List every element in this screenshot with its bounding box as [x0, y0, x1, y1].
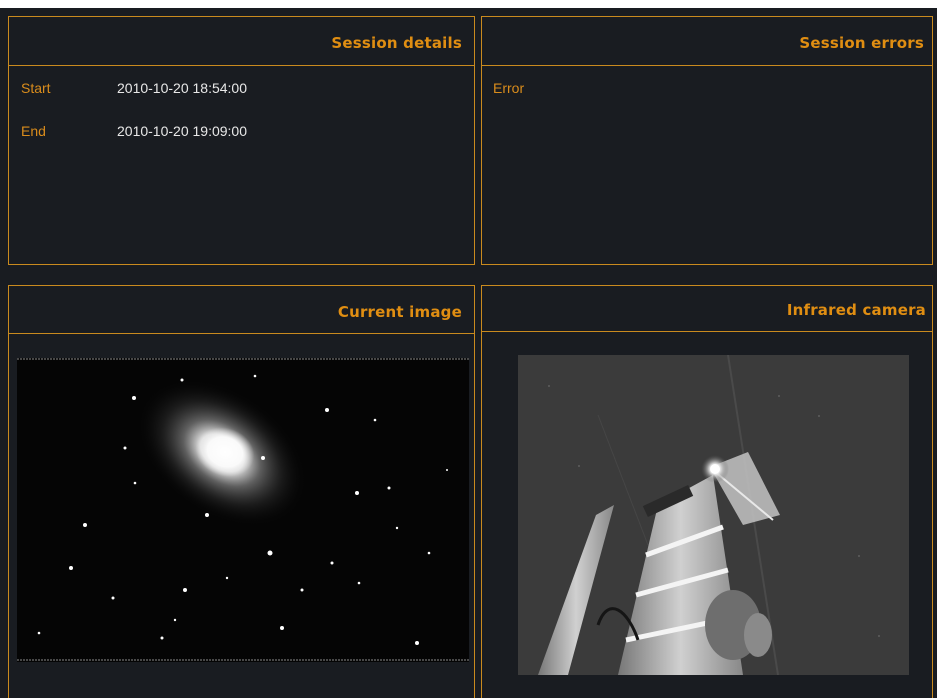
- start-row: Start 2010-10-20 18:54:00: [21, 80, 247, 97]
- end-value: 2010-10-20 19:09:00: [117, 123, 247, 139]
- start-label: Start: [21, 80, 51, 96]
- infrared-camera-image: [518, 355, 909, 675]
- session-errors-title: Session errors: [799, 34, 924, 52]
- top-strip: [0, 0, 937, 8]
- infrared-camera-panel: Infrared camera: [481, 285, 933, 698]
- session-errors-panel: Session errors Error: [481, 16, 933, 265]
- current-image-panel: Current image: [8, 285, 475, 698]
- session-details-panel: Session details Start 2010-10-20 18:54:00…: [8, 16, 475, 265]
- start-value: 2010-10-20 18:54:00: [117, 80, 247, 96]
- page: Session details Start 2010-10-20 18:54:00…: [0, 0, 937, 698]
- galaxy-image-svg: [17, 358, 469, 662]
- current-image-title: Current image: [337, 303, 462, 321]
- end-label: End: [21, 123, 46, 139]
- current-image: [17, 358, 469, 662]
- current-image-header: Current image: [9, 286, 474, 334]
- session-errors-header: Session errors: [482, 17, 932, 66]
- telescope-image-svg: [518, 355, 909, 675]
- session-details-title: Session details: [331, 34, 462, 52]
- end-row: End 2010-10-20 19:09:00: [21, 123, 247, 140]
- error-label: Error: [493, 80, 525, 96]
- session-details-header: Session details: [9, 17, 474, 66]
- infrared-camera-title: Infrared camera: [786, 301, 926, 319]
- infrared-camera-header: Infrared camera: [482, 286, 932, 332]
